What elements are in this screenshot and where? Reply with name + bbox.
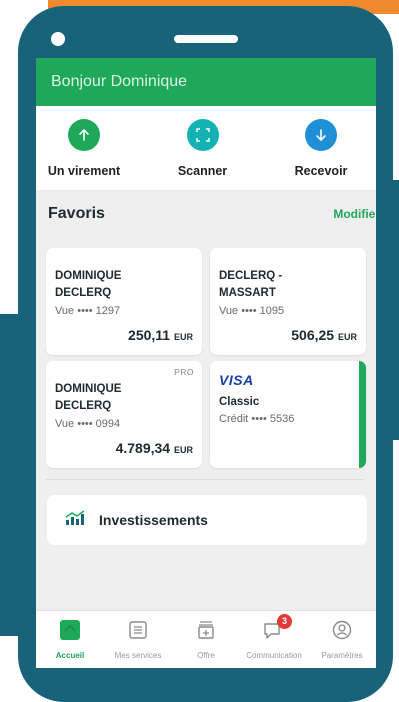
modifier-link[interactable]: Modifier [333, 207, 376, 221]
tab-label: Mes services [114, 651, 162, 660]
balance-amount: 250,11 [128, 327, 171, 343]
balance-currency: EUR [173, 332, 193, 342]
section-divider [46, 479, 364, 480]
card-accent-strip [359, 361, 366, 468]
favoris-header: Favoris Modifier [36, 190, 376, 225]
account-card-1095[interactable]: DECLERQ - MASSART Vue •••• 1095 506,25 E… [210, 248, 366, 355]
tab-label: Accueil [55, 651, 85, 660]
balance-currency: EUR [173, 445, 193, 455]
account-number: Vue •••• 1297 [55, 305, 121, 317]
account-card-0994[interactable]: PRO DOMINIQUE DECLERQ Vue •••• 0994 4.78… [46, 361, 202, 468]
balance-amount: 506,25 [291, 327, 335, 343]
tab-parametres[interactable]: Paramètres [308, 611, 376, 668]
app-screen: Bonjour Dominique Un virement Scanner Re… [36, 58, 376, 668]
arrow-up-icon [68, 119, 100, 151]
visa-card-5536[interactable]: VISA Classic Crédit •••• 5536 [210, 361, 366, 468]
account-holder-line2: DECLERQ [55, 287, 112, 299]
tab-mes-services[interactable]: Mes services [104, 611, 172, 668]
card-type: Classic [219, 396, 260, 408]
chart-growth-icon [65, 509, 85, 531]
scanner-button[interactable]: Scanner [158, 106, 248, 190]
receive-label: Recevoir [294, 164, 348, 178]
scan-icon [186, 119, 219, 151]
account-number: Vue •••• 0994 [55, 418, 121, 430]
balance-currency: EUR [337, 332, 357, 342]
scanner-label: Scanner [177, 164, 228, 178]
account-card-1297[interactable]: DOMINIQUE DECLERQ Vue •••• 1297 250,11 E… [46, 248, 202, 355]
offer-icon [195, 619, 217, 646]
list-icon [127, 619, 149, 646]
account-number: Vue •••• 1095 [219, 305, 285, 317]
tab-label: Communication [246, 651, 302, 660]
account-holder-line1: DECLERQ - [219, 270, 283, 282]
favoris-title: Favoris [48, 205, 105, 222]
tab-offre[interactable]: Offre [172, 611, 240, 668]
card-number: Crédit •••• 5536 [219, 413, 295, 425]
camera-dot [51, 32, 65, 46]
notification-badge: 3 [277, 614, 292, 629]
phone-frame: Bonjour Dominique Un virement Scanner Re… [18, 6, 393, 702]
account-holder-line1: DOMINIQUE [55, 270, 122, 282]
quick-actions: Un virement Scanner Recevoir [36, 106, 376, 190]
account-balance: 506,25 EUR [291, 327, 357, 343]
tab-label: Offre [197, 651, 215, 660]
investments-row[interactable]: Investissements [47, 495, 367, 545]
account-holder-line2: DECLERQ [55, 400, 112, 412]
bottom-tab-bar: Accueil Mes services Offre 3 Communicati… [36, 610, 376, 668]
account-balance: 250,11 EUR [128, 327, 193, 343]
settings-icon [331, 619, 353, 646]
pro-badge: PRO [174, 367, 194, 377]
account-holder-line2: MASSART [219, 287, 276, 299]
tab-accueil[interactable]: Accueil [36, 611, 104, 668]
greeting-header: Bonjour Dominique [36, 58, 376, 106]
investments-label: Investissements [99, 512, 208, 528]
arrow-down-icon [305, 119, 337, 151]
tab-label: Paramètres [321, 651, 363, 660]
home-icon [59, 619, 81, 646]
transfer-button[interactable]: Un virement [39, 106, 129, 190]
balance-amount: 4.789,34 [115, 440, 171, 456]
tab-communication[interactable]: 3 Communication [240, 611, 308, 668]
transfer-label: Un virement [47, 164, 121, 178]
account-balance: 4.789,34 EUR [116, 440, 193, 456]
receive-button[interactable]: Recevoir [276, 106, 366, 190]
account-holder-line1: DOMINIQUE [55, 383, 122, 395]
visa-logo: VISA [219, 372, 254, 388]
speaker-slot [174, 35, 238, 43]
